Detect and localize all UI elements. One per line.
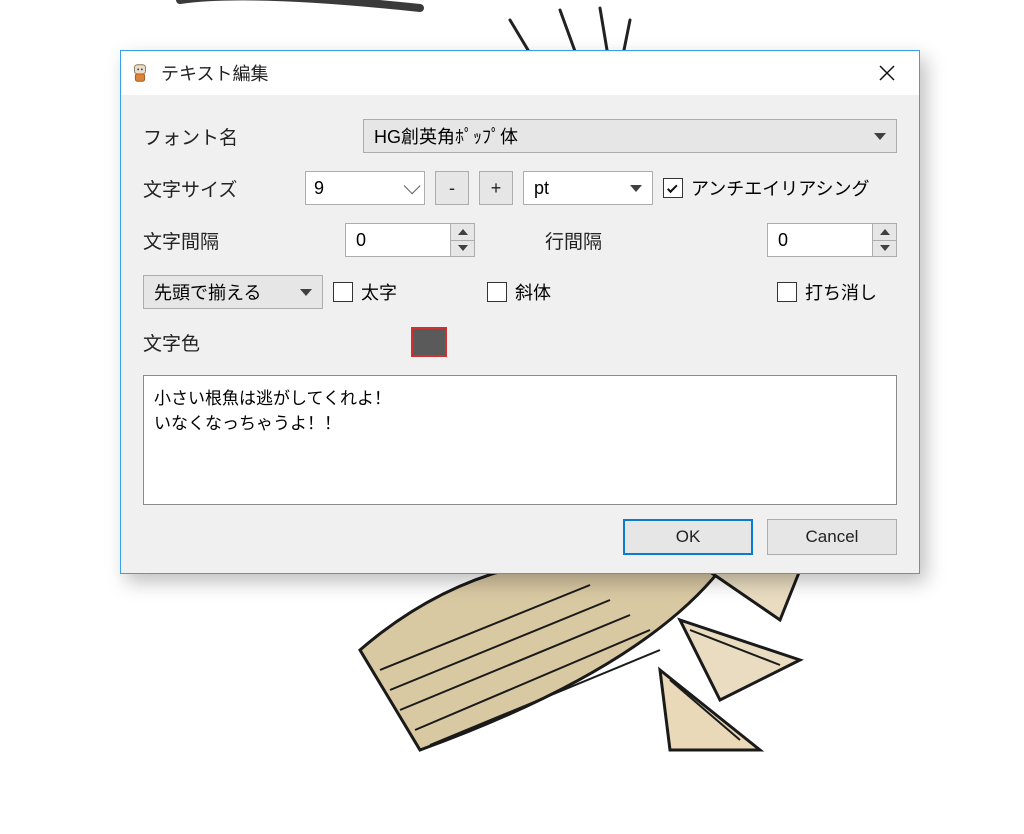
ok-button[interactable]: OK xyxy=(623,519,753,555)
chevron-down-icon xyxy=(404,177,421,194)
line-spacing-spinner[interactable]: 0 xyxy=(767,223,897,257)
unit-combo[interactable]: pt xyxy=(523,171,653,205)
char-spacing-value: 0 xyxy=(346,224,450,256)
strikethrough-label: 打ち消し xyxy=(805,279,877,305)
font-size-label: 文字サイズ xyxy=(143,175,253,202)
cancel-button[interactable]: Cancel xyxy=(767,519,897,555)
line-spacing-down[interactable] xyxy=(873,241,896,257)
italic-label: 斜体 xyxy=(515,279,551,305)
chevron-down-icon xyxy=(300,289,312,296)
line-spacing-value: 0 xyxy=(768,224,872,256)
cancel-label: Cancel xyxy=(806,527,859,547)
antialias-label: アンチエイリアシング xyxy=(691,175,870,201)
minus-icon: - xyxy=(449,178,455,199)
titlebar: テキスト編集 xyxy=(121,51,919,95)
italic-checkbox[interactable]: 斜体 xyxy=(487,279,551,305)
line-spacing-label: 行間隔 xyxy=(545,227,625,254)
chevron-down-icon xyxy=(874,133,886,140)
font-name-label: フォント名 xyxy=(143,123,253,150)
chevron-down-icon xyxy=(630,185,642,192)
font-size-combo[interactable]: 9 xyxy=(305,171,425,205)
text-color-label: 文字色 xyxy=(143,329,253,356)
ok-label: OK xyxy=(676,527,701,547)
unit-value: pt xyxy=(534,178,549,199)
char-spacing-down[interactable] xyxy=(451,241,474,257)
triangle-down-icon xyxy=(880,245,890,251)
plus-icon: + xyxy=(491,178,502,199)
font-size-value: 9 xyxy=(314,178,324,199)
dialog-body: フォント名 HG創英角ﾎﾟｯﾌﾟ体 文字サイズ 9 - + pt xyxy=(121,95,919,573)
triangle-up-icon xyxy=(880,229,890,235)
alignment-value: 先頭で揃える xyxy=(154,279,261,305)
check-icon xyxy=(667,182,678,193)
bold-checkbox[interactable]: 太字 xyxy=(333,279,397,305)
app-icon xyxy=(129,62,151,84)
bold-label: 太字 xyxy=(361,279,397,305)
close-icon xyxy=(879,65,895,81)
antialias-checkbox[interactable]: アンチエイリアシング xyxy=(663,175,870,201)
decrease-size-button[interactable]: - xyxy=(435,171,469,205)
strikethrough-checkbox[interactable]: 打ち消し xyxy=(777,279,877,305)
font-name-value: HG創英角ﾎﾟｯﾌﾟ体 xyxy=(374,123,518,149)
text-content-area[interactable]: 小さい根魚は逃がしてくれよ！ いなくなっちゃうよ！！ xyxy=(143,375,897,505)
triangle-down-icon xyxy=(458,245,468,251)
char-spacing-up[interactable] xyxy=(451,224,474,241)
close-button[interactable] xyxy=(863,54,911,92)
text-edit-dialog: テキスト編集 フォント名 HG創英角ﾎﾟｯﾌﾟ体 文字サイズ 9 xyxy=(120,50,920,574)
increase-size-button[interactable]: + xyxy=(479,171,513,205)
triangle-up-icon xyxy=(458,229,468,235)
line-spacing-up[interactable] xyxy=(873,224,896,241)
alignment-combo[interactable]: 先頭で揃える xyxy=(143,275,323,309)
dialog-title: テキスト編集 xyxy=(161,60,268,86)
font-name-combo[interactable]: HG創英角ﾎﾟｯﾌﾟ体 xyxy=(363,119,897,153)
char-spacing-spinner[interactable]: 0 xyxy=(345,223,475,257)
char-spacing-label: 文字間隔 xyxy=(143,227,253,254)
text-color-swatch[interactable] xyxy=(411,327,447,357)
